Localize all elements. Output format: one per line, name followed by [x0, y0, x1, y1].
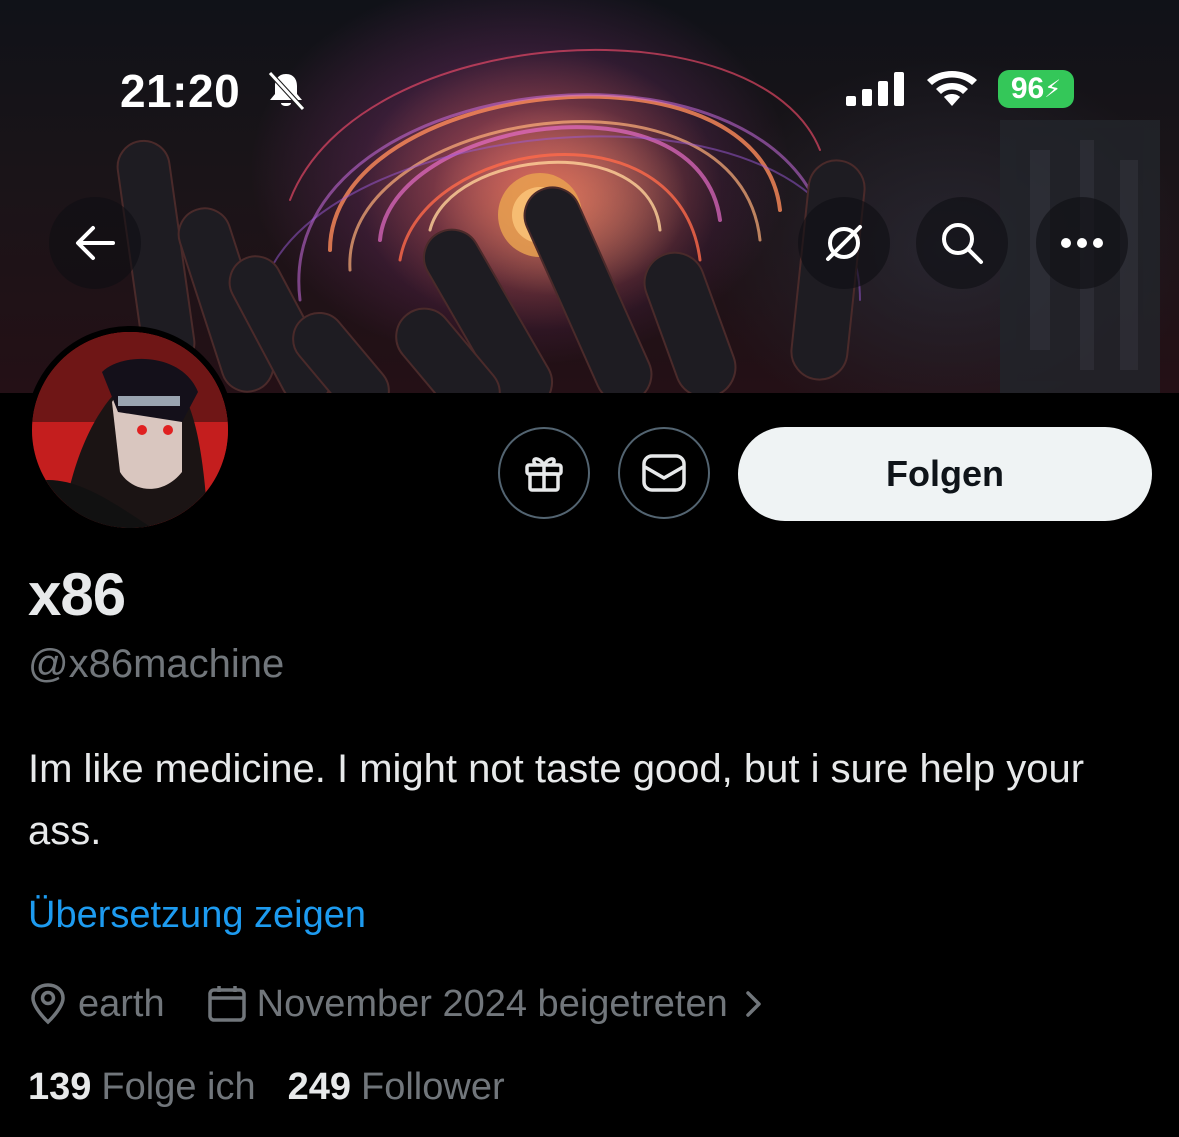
bio-text: Im like medicine. I might not taste good…: [28, 747, 1085, 853]
bell-muted-icon: [268, 71, 305, 111]
show-translation-link[interactable]: Übersetzung zeigen: [28, 894, 366, 937]
following-label: Folge ich: [101, 1066, 256, 1108]
user-handle: @x86machine: [28, 642, 285, 686]
display-name: x86: [28, 561, 126, 628]
search-icon: [942, 223, 983, 264]
location-item: earth: [28, 983, 165, 1026]
more-button[interactable]: [1036, 197, 1128, 289]
wifi-icon: [927, 71, 977, 106]
message-button[interactable]: [618, 427, 710, 519]
grok-icon: [826, 225, 862, 261]
avatar-artwork: [32, 332, 228, 528]
followers-stat[interactable]: 249 Follower: [288, 1066, 505, 1109]
calendar-icon: [207, 986, 246, 1022]
more-icon: [1061, 238, 1103, 248]
message-icon: [642, 454, 686, 492]
followers-count: 249: [287, 1066, 352, 1108]
chevron-right-icon: [745, 991, 761, 1017]
profile-banner-image[interactable]: [0, 0, 1179, 393]
joined-text: November 2024 beigetreten: [256, 982, 728, 1025]
follow-button[interactable]: Folgen: [738, 427, 1152, 521]
follow-stats: 139 Folge ich 249 Follower: [28, 1066, 505, 1109]
grok-button[interactable]: [798, 197, 890, 289]
location-text: earth: [78, 982, 165, 1025]
gift-icon: [525, 457, 563, 492]
cellular-signal-icon: [846, 72, 904, 106]
profile-page: 21:20 96 ⚡ Folgen x86 @x86machine Im lik…: [0, 0, 1179, 1137]
profile-meta: earth November 2024 beigetreten: [28, 980, 776, 1028]
gift-button[interactable]: [498, 427, 590, 519]
status-time: 21:20: [120, 65, 241, 117]
joined-item[interactable]: November 2024 beigetreten: [207, 983, 776, 1026]
back-button[interactable]: [49, 197, 141, 289]
battery-level: 96: [1010, 72, 1045, 105]
followers-label: Follower: [361, 1066, 505, 1108]
charging-bolt-icon: ⚡: [1044, 75, 1062, 103]
search-button[interactable]: [916, 197, 1008, 289]
following-stat[interactable]: 139 Folge ich: [28, 1066, 256, 1109]
location-pin-icon: [31, 983, 65, 1025]
following-count: 139: [28, 1066, 92, 1108]
back-arrow-icon: [76, 226, 115, 260]
banner-artwork: [116, 49, 1160, 393]
battery-charging-icon: 96 ⚡: [998, 70, 1074, 108]
avatar[interactable]: [26, 326, 234, 534]
